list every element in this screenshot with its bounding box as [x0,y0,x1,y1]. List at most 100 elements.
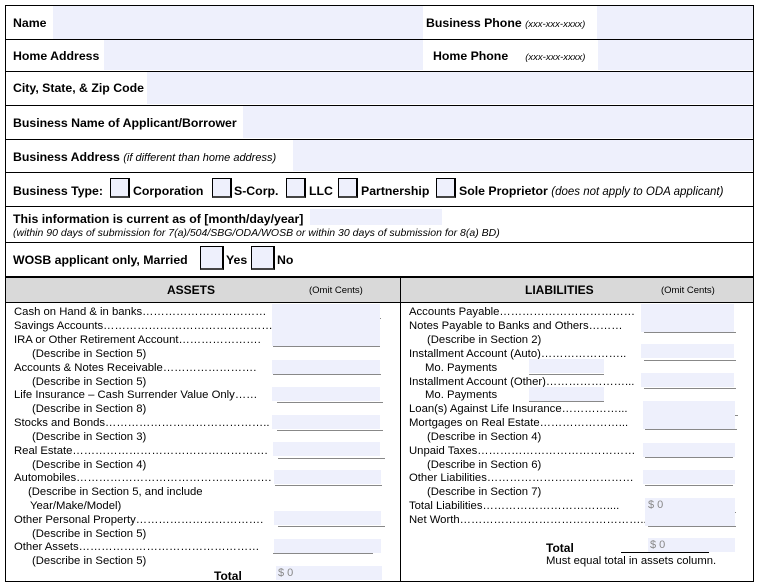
liability-mortgages-label: Mortgages on Real Estate…………………... [409,417,629,429]
liability-life-loans-input[interactable] [643,401,735,415]
asset-stocks-label: Stocks and Bonds…………………………………….. [14,417,270,429]
business-name-input[interactable] [243,106,753,138]
assets-total-label: Total [214,569,242,583]
liabilities-total-value: $ 0 [650,539,666,551]
asset-savings-label: Savings Accounts……………………………………… [14,320,273,332]
city-state-zip-input[interactable] [147,72,753,104]
liability-unpaid-taxes-sub: (Describe in Section 6) [427,459,542,471]
city-state-zip-label: City, State, & Zip Code [13,81,144,95]
underline [278,458,385,459]
liability-notes-payable-input[interactable] [641,318,734,332]
partnership-checkbox[interactable] [338,178,358,198]
underline [529,374,604,375]
assets-omit-cents: (Omit Cents) [309,285,363,296]
home-address-label: Home Address [13,49,100,63]
business-name-label: Business Name of Applicant/Borrower [13,116,237,130]
liabilities-omit-cents: (Omit Cents) [661,285,715,296]
asset-life-insurance-input[interactable] [272,387,380,401]
asset-real-estate-label: Real Estate……………………………………………. [14,445,268,457]
current-as-of-note: (within 90 days of submission for 7(a)/5… [13,227,500,239]
llc-checkbox[interactable] [286,178,306,198]
asset-stocks-input[interactable] [272,415,380,429]
liability-other-input[interactable] [643,470,735,484]
assets-total-value: $ 0 [278,567,294,579]
asset-receivable-sub: (Describe in Section 5) [32,376,147,388]
underline [644,332,736,333]
asset-cash-label: Cash on Hand & in banks…………………………… [14,306,267,318]
must-equal-note: Must equal total in assets column. [546,555,717,567]
divider [5,172,754,173]
asset-savings-input[interactable] [272,318,380,332]
asset-automobiles-label: Automobiles……………………………………………. [14,472,272,484]
liability-accounts-payable-input[interactable] [641,304,734,318]
asset-other-label: Other Assets………………………………………… [14,541,260,553]
name-input[interactable] [53,6,423,39]
underline [529,401,604,402]
column-divider [400,278,401,582]
liability-notes-payable-sub: (Describe in Section 2) [427,334,542,346]
s-corp-label: S-Corp. [234,184,279,198]
corporation-label: Corporation [133,184,204,198]
liability-unpaid-taxes-label: Unpaid Taxes…………………………………… [409,445,636,457]
asset-personal-property-input[interactable] [274,511,381,525]
liability-mortgages-sub: (Describe in Section 4) [427,431,542,443]
asset-automobiles-input[interactable] [274,470,381,484]
underline [644,388,736,389]
mo-payments-auto-label: Mo. Payments [425,362,498,374]
name-label: Name [13,16,47,30]
sole-proprietor-checkbox[interactable] [436,178,456,198]
liabilities-title: LIABILITIES [525,283,594,297]
liability-notes-payable-label: Notes Payable to Banks and Others……… [409,320,623,332]
underline [645,485,733,486]
asset-ira-input[interactable] [272,332,380,346]
underline [278,526,385,527]
asset-life-insurance-sub: (Describe in Section 8) [32,403,147,415]
asset-cash-input[interactable] [272,304,380,318]
business-address-input[interactable] [293,140,753,171]
underline [273,374,381,375]
asset-ira-sub: (Describe in Section 5) [32,348,147,360]
home-phone-input[interactable] [598,40,753,70]
business-phone-label: Business Phone (xxx-xxx-xxxx) [426,16,586,30]
divider [5,242,754,243]
current-as-of-label: This information is current as of [month… [13,212,304,226]
home-address-input[interactable] [104,40,423,70]
asset-other-input[interactable] [274,539,381,553]
liability-mortgages-input[interactable] [643,415,735,429]
liability-other-sub: (Describe in Section 7) [427,486,542,498]
net-worth-label: Net Worth………………………………………….. [409,514,647,526]
home-phone-label: Home Phone (xxx-xxx-xxxx) [433,49,586,63]
asset-automobiles-sub2: Year/Make/Model) [30,500,122,512]
asset-real-estate-sub: (Describe in Section 4) [32,459,147,471]
underline [275,485,382,486]
net-worth-input[interactable] [645,512,735,526]
liability-other-label: Other Liabilities………………………………… [409,472,634,484]
underline [645,429,737,430]
wosb-no-checkbox[interactable] [251,246,275,270]
corporation-checkbox[interactable] [110,178,130,198]
s-corp-checkbox[interactable] [212,178,232,198]
wosb-yes-checkbox[interactable] [200,246,224,270]
current-date-input[interactable] [310,209,442,225]
liability-installment-other-input[interactable] [641,373,734,387]
mo-payments-other-label: Mo. Payments [425,389,498,401]
mo-payments-auto-input[interactable] [529,359,604,373]
asset-stocks-sub: (Describe in Section 3) [32,431,147,443]
liability-life-loans-label: Loan(s) Against Life Insurance……………... [409,403,628,415]
underline [645,457,733,458]
asset-receivable-input[interactable] [272,360,380,374]
asset-personal-property-label: Other Personal Property……………………………. [14,514,264,526]
total-liabilities-label: Total Liabilities…………………………….... [409,500,620,512]
liability-accounts-payable-label: Accounts Payable……………………………… [409,306,635,318]
llc-label: LLC [309,184,333,198]
liability-installment-auto-input[interactable] [641,344,734,358]
liability-unpaid-taxes-input[interactable] [643,443,735,457]
underline [273,346,380,347]
sole-proprietor-label: Sole Proprietor (does not apply to ODA a… [459,184,724,198]
asset-real-estate-input[interactable] [273,442,380,456]
wosb-yes-label: Yes [226,253,248,267]
asset-receivable-label: Accounts & Notes Receivable……………………. [14,362,257,374]
business-phone-input[interactable] [597,6,753,39]
underline [621,552,709,553]
mo-payments-other-input[interactable] [529,387,604,401]
